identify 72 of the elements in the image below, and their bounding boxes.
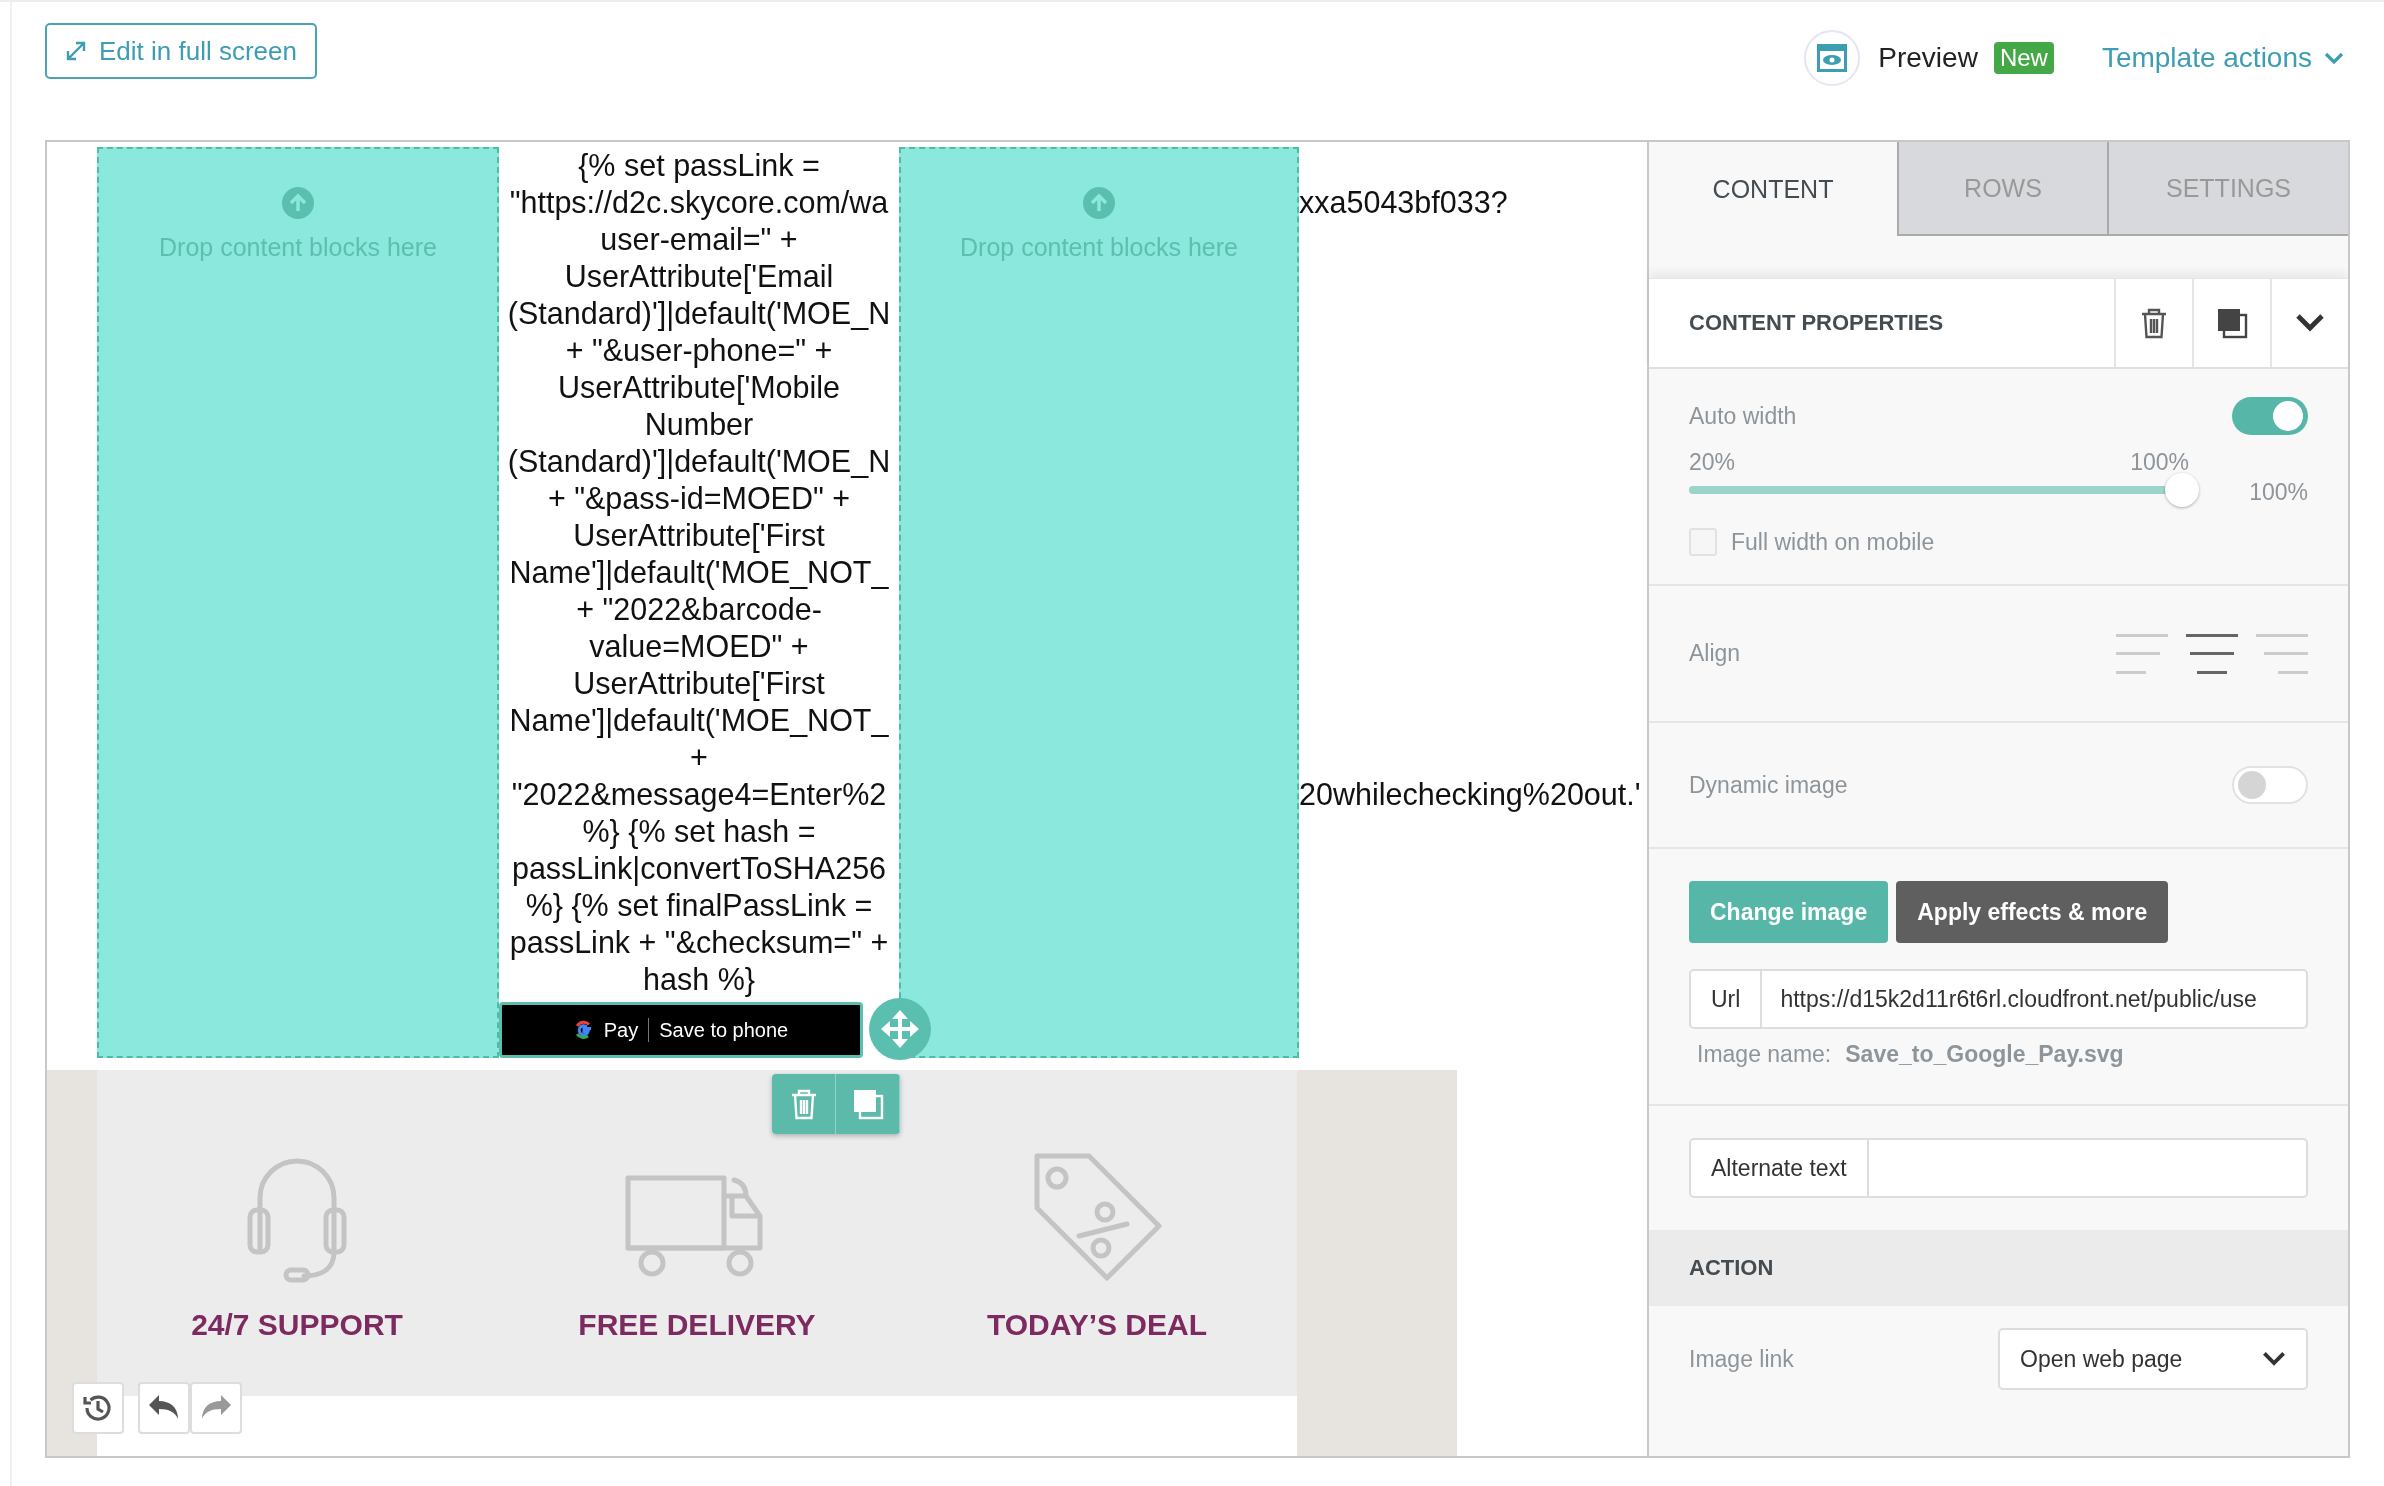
google-g-icon bbox=[573, 1020, 594, 1040]
dynamic-image-label: Dynamic image bbox=[1689, 771, 1848, 799]
duplicate-icon bbox=[2216, 307, 2248, 339]
template-code-line: (Standard)']|default('MOE_N bbox=[507, 295, 891, 332]
template-code-line: "https://d2c.skycore.com/wa bbox=[509, 184, 889, 221]
feature-label: TODAY’S DEAL bbox=[986, 1308, 1208, 1342]
align-option[interactable] bbox=[2186, 633, 2238, 674]
new-badge: New bbox=[1993, 42, 2054, 74]
template-code-line: Name']|default('MOE_NOT_ bbox=[509, 702, 889, 739]
section-title: CONTENT PROPERTIES bbox=[1688, 310, 1945, 336]
template-code-line: Name']|default('MOE_NOT_ bbox=[509, 554, 889, 591]
auto-width-label: Auto width bbox=[1689, 402, 1797, 430]
duplicate-button[interactable] bbox=[2192, 279, 2270, 367]
template-code-line: user-email=" + bbox=[600, 221, 798, 258]
history-button[interactable] bbox=[72, 1382, 124, 1434]
image-link-label: Image link bbox=[1689, 1345, 1794, 1373]
template-code-line: %} {% set hash = bbox=[582, 813, 816, 850]
feature-label: FREE DELIVERY bbox=[578, 1308, 816, 1342]
trash-icon bbox=[2139, 307, 2169, 339]
upload-icon bbox=[282, 187, 314, 219]
chevron-down-icon bbox=[2295, 313, 2325, 333]
template-code-line: passLink + "&checksum=" + bbox=[509, 924, 889, 961]
url-input[interactable]: https://d15k2d11r6t6rl.cloudfront.net/public/use bbox=[1762, 971, 2306, 1027]
auto-width-toggle[interactable] bbox=[2232, 397, 2308, 435]
template-code-line: {% set passLink = bbox=[578, 147, 820, 184]
template-code-line: UserAttribute['Mobile bbox=[557, 369, 841, 406]
url-label: Url bbox=[1691, 971, 1763, 1027]
template-code-line: hash %} bbox=[643, 961, 755, 998]
collapse-button[interactable] bbox=[2270, 279, 2348, 367]
alternate-text-label: Alternate text bbox=[1691, 1140, 1869, 1196]
google-pay-button[interactable]: Pay Save to phone bbox=[499, 1002, 863, 1058]
slider-min-label: 20% bbox=[1689, 449, 1736, 476]
upload-icon bbox=[1083, 187, 1115, 219]
image-name-label: Image name: bbox=[1697, 1041, 1832, 1068]
template-code-line: "2022&message4=Enter%2 bbox=[511, 776, 887, 813]
template-code-line: 20whilechecking%20out.' bbox=[1299, 776, 1641, 813]
slider-max-label: 100% bbox=[2130, 449, 2189, 476]
chevron-down-icon bbox=[2324, 51, 2344, 65]
template-code-line: UserAttribute['First bbox=[573, 517, 825, 554]
template-code-line: + bbox=[690, 739, 708, 776]
template-code-line: + "&user-phone=" + bbox=[565, 332, 833, 369]
move-icon bbox=[880, 1009, 920, 1049]
template-code-line: value=MOED" + bbox=[589, 628, 809, 665]
template-code-line: %} {% set finalPassLink = bbox=[525, 887, 873, 924]
eye-icon bbox=[1816, 43, 1849, 73]
action-title: ACTION bbox=[1689, 1255, 1774, 1281]
template-code-line: xxa5043bf033? bbox=[1299, 184, 1508, 221]
alternate-text-field[interactable]: Alternate text bbox=[1689, 1138, 2308, 1198]
image-name-value: Save_to_Google_Pay.svg bbox=[1845, 1041, 2124, 1068]
slider-reading: 100% bbox=[2249, 479, 2308, 506]
template-code-line: (Standard)']|default('MOE_N bbox=[507, 443, 891, 480]
apply-effects-button[interactable]: Apply effects & more bbox=[1896, 881, 2169, 943]
full-width-label: Full width on mobile bbox=[1731, 528, 1935, 556]
template-code-line: Number bbox=[644, 406, 754, 443]
dynamic-image-toggle[interactable] bbox=[2232, 766, 2308, 804]
template-code-line: UserAttribute['Email bbox=[564, 258, 834, 295]
template-code-line: passLink|convertToSHA256 bbox=[511, 850, 887, 887]
preview-label[interactable]: Preview bbox=[1878, 42, 1978, 74]
expand-icon bbox=[65, 40, 87, 62]
template-code-line: + "2022&barcode- bbox=[576, 591, 822, 628]
feature-label: 24/7 SUPPORT bbox=[191, 1308, 403, 1342]
image-link-select[interactable]: Open web page bbox=[1998, 1328, 2308, 1390]
slider-thumb[interactable] bbox=[2165, 473, 2199, 507]
duplicate-icon bbox=[851, 1088, 884, 1120]
align-label: Align bbox=[1689, 640, 1741, 667]
width-slider[interactable] bbox=[1689, 472, 2199, 508]
delete-button[interactable] bbox=[2114, 279, 2192, 367]
chevron-down-icon bbox=[2262, 1351, 2286, 1367]
template-code-line: + "&pass-id=MOED" + bbox=[547, 480, 851, 517]
url-field[interactable]: Url https://d15k2d11r6t6rl.cloudfront.net/public/use bbox=[1689, 969, 2308, 1029]
undo-button[interactable] bbox=[138, 1382, 190, 1434]
template-code-line: UserAttribute['First bbox=[573, 665, 825, 702]
